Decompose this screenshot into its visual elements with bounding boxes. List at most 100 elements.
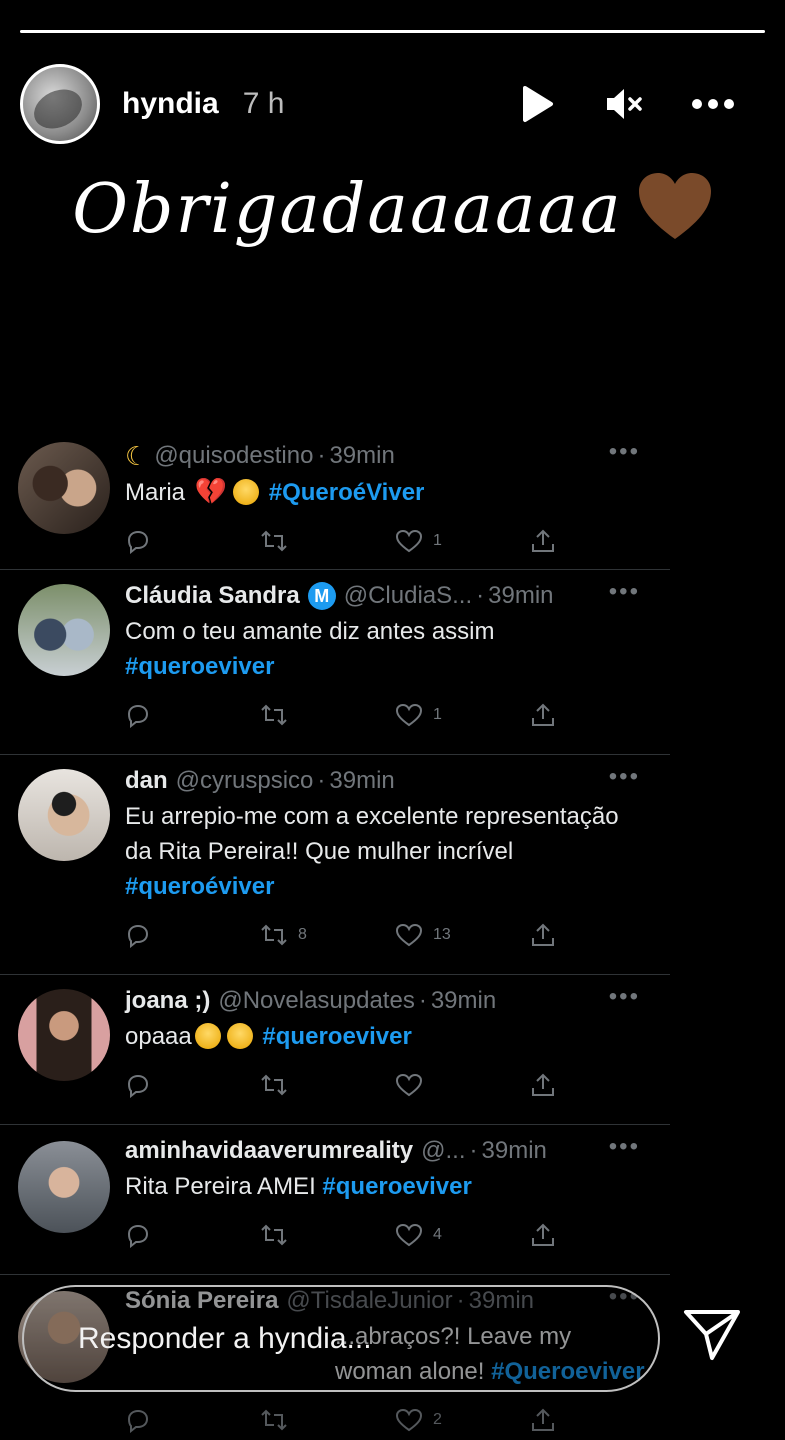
heart-icon xyxy=(395,1408,423,1432)
tweet-handle[interactable]: @quisodestino xyxy=(154,440,313,472)
tweet-more-icon[interactable]: ••• xyxy=(609,983,640,1011)
like-count: 4 xyxy=(433,1226,442,1243)
tweet-hashtag[interactable]: #QueroéViver xyxy=(269,479,425,506)
tweet-hashtag[interactable]: #queroeviver xyxy=(322,1173,471,1200)
avatar xyxy=(18,769,110,861)
share-action[interactable] xyxy=(530,1072,665,1098)
like-count: 13 xyxy=(433,926,451,943)
pleading-face-icon xyxy=(226,1023,253,1049)
tweet-time: 39min xyxy=(430,987,497,1014)
retweet-count: 8 xyxy=(298,926,307,943)
tweet-more-icon[interactable]: ••• xyxy=(609,1133,640,1161)
reply-icon xyxy=(125,528,151,554)
separator-dot: · xyxy=(317,767,326,794)
avatar[interactable] xyxy=(20,64,100,144)
story-caption: Obrigadaaaaaa xyxy=(0,170,785,258)
tweet-handle[interactable]: @... xyxy=(421,1135,465,1167)
retweet-action[interactable] xyxy=(260,1073,395,1097)
separator-dot: · xyxy=(317,442,326,469)
retweet-action[interactable] xyxy=(260,703,395,727)
reply-input[interactable] xyxy=(78,1321,658,1356)
pleading-face-icon xyxy=(194,1023,221,1049)
heart-icon xyxy=(395,923,423,947)
caption-text: Obrigadaaaaaa xyxy=(72,170,623,249)
reply-action[interactable] xyxy=(125,1222,260,1248)
like-action[interactable] xyxy=(395,1073,530,1097)
tweet[interactable]: aminhavidaaverumreality @... · 39min •••… xyxy=(0,1125,670,1275)
tweet-text: Maria 💔 #QueroéViver xyxy=(125,474,670,510)
like-count: 2 xyxy=(433,1411,442,1428)
retweet-action[interactable] xyxy=(260,1223,395,1247)
tweet[interactable]: joana ;) @Novelasupdates · 39min ••• opa… xyxy=(0,975,670,1125)
tweet-actions: 1 xyxy=(125,526,670,556)
like-action[interactable]: 2 xyxy=(395,1408,530,1432)
avatar xyxy=(18,1141,110,1233)
like-action[interactable]: 1 xyxy=(395,529,530,553)
retweet-icon xyxy=(260,1073,288,1097)
reply-action[interactable] xyxy=(125,702,260,728)
tweet-body: Eu arrepio-me com a excelente representa… xyxy=(125,803,619,865)
separator-dot: · xyxy=(476,582,485,609)
brown-heart-icon xyxy=(637,171,713,258)
tweet-body: Com o teu amante diz antes assim xyxy=(125,618,495,645)
tweet[interactable]: Cláudia Sandra M @CludiaS... · 39min •••… xyxy=(0,570,670,755)
share-icon xyxy=(530,1072,556,1098)
reply-action[interactable] xyxy=(125,528,260,554)
retweet-action[interactable] xyxy=(260,529,395,553)
share-action[interactable] xyxy=(530,1407,665,1433)
heart-icon xyxy=(395,529,423,553)
story-progress-segment xyxy=(20,30,765,33)
like-action[interactable]: 4 xyxy=(395,1223,530,1247)
tweet-more-icon[interactable]: ••• xyxy=(609,438,640,466)
tweet-author-name[interactable]: joana ;) xyxy=(125,985,210,1017)
play-icon[interactable] xyxy=(519,84,555,124)
tweet-hashtag[interactable]: #queroeviver xyxy=(125,653,274,680)
pleading-face-icon xyxy=(233,479,260,505)
tweet-body: opaaa xyxy=(125,1023,192,1050)
tweet-handle[interactable]: @Novelasupdates xyxy=(218,985,414,1017)
reply-action[interactable] xyxy=(125,1407,260,1433)
like-action[interactable]: 1 xyxy=(395,703,530,727)
like-action[interactable]: 13 xyxy=(395,923,530,947)
more-options-icon[interactable] xyxy=(691,98,735,110)
retweet-icon xyxy=(260,1223,288,1247)
share-action[interactable] xyxy=(530,922,665,948)
tweet-author-name[interactable]: Cláudia Sandra xyxy=(125,580,300,612)
retweet-action[interactable]: 8 xyxy=(260,923,395,947)
share-icon xyxy=(530,528,556,554)
tweet-author-name[interactable]: aminhavidaaverumreality xyxy=(125,1135,413,1167)
story-username[interactable]: hyndia xyxy=(122,87,219,121)
reply-action[interactable] xyxy=(125,1072,260,1098)
reply-icon xyxy=(125,1072,151,1098)
heart-icon xyxy=(395,703,423,727)
story-progress-fill xyxy=(20,30,765,33)
tweet[interactable]: ☾ @quisodestino · 39min ••• Maria 💔 #Que… xyxy=(0,430,670,570)
send-icon[interactable] xyxy=(682,1308,742,1367)
avatar xyxy=(18,442,110,534)
tweet-hashtag[interactable]: #queroéviver xyxy=(125,873,274,900)
avatar xyxy=(18,989,110,1081)
reply-field-container[interactable] xyxy=(22,1285,660,1392)
mute-icon[interactable] xyxy=(603,84,643,124)
tweet-handle[interactable]: @CludiaS... xyxy=(344,580,472,612)
tweet-time: 39min xyxy=(329,767,395,794)
tweet-author-name[interactable]: dan xyxy=(125,765,168,797)
tweet[interactable]: dan @cyruspsico · 39min ••• Eu arrepio-m… xyxy=(0,755,670,975)
like-count: 1 xyxy=(433,532,442,549)
broken-heart-icon: 💔 xyxy=(194,476,228,506)
tweet-hashtag[interactable]: #queroeviver xyxy=(262,1023,411,1050)
tweet-handle[interactable]: @cyruspsico xyxy=(176,765,314,797)
share-action[interactable] xyxy=(530,528,665,554)
tweet-actions xyxy=(125,1070,670,1100)
tweet-more-icon[interactable]: ••• xyxy=(609,578,640,606)
share-action[interactable] xyxy=(530,702,665,728)
reply-action[interactable] xyxy=(125,922,260,948)
tweet-more-icon[interactable]: ••• xyxy=(609,763,640,791)
heart-icon xyxy=(395,1223,423,1247)
verified-badge-icon: M xyxy=(307,582,336,610)
retweet-icon xyxy=(260,923,288,947)
tweet-time: 39min xyxy=(329,442,395,469)
retweet-action[interactable] xyxy=(260,1408,395,1432)
share-icon xyxy=(530,1407,556,1433)
share-action[interactable] xyxy=(530,1222,665,1248)
